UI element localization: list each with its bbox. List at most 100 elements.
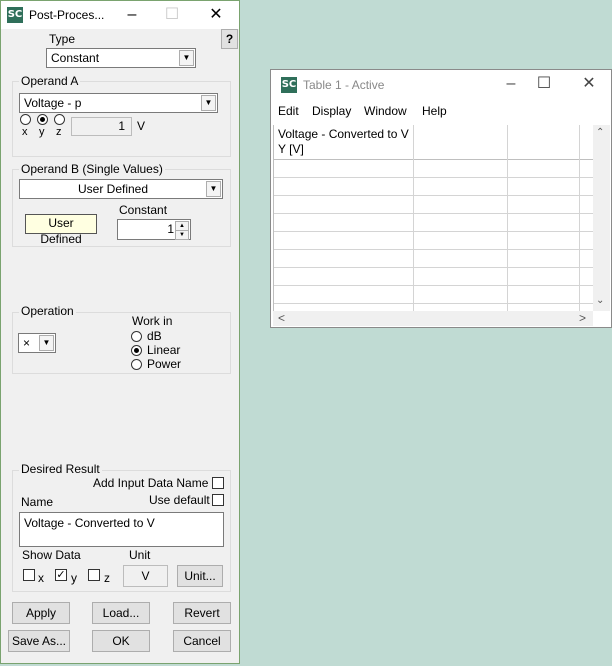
constant-value: 1 (167, 222, 174, 236)
horizontal-scrollbar[interactable]: < > (273, 311, 593, 326)
app-logo-icon: SC (281, 77, 297, 93)
work-in-label: Work in (132, 314, 173, 328)
operation-label: Operation (19, 304, 76, 318)
grid-line (273, 125, 274, 311)
app-logo-icon: SC (7, 7, 23, 23)
type-value: Constant (51, 51, 100, 65)
name-label: Name (21, 495, 54, 509)
scroll-up-icon[interactable]: ⌃ (596, 127, 604, 138)
show-x-label: x (38, 571, 44, 585)
show-y-label: y (71, 571, 77, 585)
menu-window[interactable]: Window (364, 104, 407, 118)
load-button[interactable]: Load... (92, 602, 150, 624)
scroll-down-icon[interactable]: ⌄ (596, 295, 604, 306)
grid-line (273, 267, 593, 268)
chevron-down-icon: ▼ (206, 181, 221, 197)
data-grid[interactable]: Voltage - Converted to V Y [V] (273, 125, 593, 311)
power-radio[interactable] (131, 359, 142, 370)
show-y-checkbox[interactable]: ✓ (55, 569, 67, 581)
unit-label: Unit (129, 548, 151, 562)
db-label: dB (147, 329, 162, 343)
component-y-radio[interactable] (37, 114, 48, 125)
chevron-down-icon: ▼ (201, 95, 216, 111)
window-title: Post-Proces... (29, 8, 105, 22)
grid-line (413, 125, 414, 311)
cancel-button[interactable]: Cancel (173, 630, 231, 652)
operand-b-dropdown[interactable]: User Defined ▼ (19, 179, 223, 199)
revert-button[interactable]: Revert (173, 602, 231, 624)
close-icon[interactable]: ✕ (201, 1, 231, 29)
minimize-icon[interactable]: – (498, 70, 524, 98)
unit-value-field: V (123, 565, 168, 587)
operand-a-number-field: 1 (71, 117, 132, 136)
result-name-field[interactable]: Voltage - Converted to V (19, 512, 224, 547)
scroll-left-icon[interactable]: < (278, 311, 285, 325)
operand-a-label: Operand A (19, 74, 81, 88)
table-window: SC Table 1 - Active – ☐ ✕ Edit Display W… (270, 69, 612, 328)
show-data-label: Show Data (22, 548, 81, 562)
column-header-line2: Y [V] (278, 142, 304, 156)
power-label: Power (147, 357, 182, 371)
menu-bar: Edit Display Window Help (271, 100, 611, 122)
add-input-label: Add Input Data Name (93, 476, 209, 490)
chevron-down-icon: ▼ (39, 335, 54, 351)
post-processing-window: SC Post-Proces... – ☐ ✕ Type Constant ▼ … (0, 0, 240, 664)
constant-stepper[interactable]: 1 ▲ ▼ (117, 219, 191, 240)
pp-titlebar[interactable]: SC Post-Proces... – ☐ ✕ (1, 1, 239, 29)
show-z-label: z (104, 571, 110, 585)
menu-edit[interactable]: Edit (278, 104, 299, 118)
result-name-value: Voltage - Converted to V (24, 516, 155, 530)
grid-line (273, 177, 593, 178)
linear-label: Linear (147, 343, 181, 357)
chevron-down-icon: ▼ (179, 50, 194, 66)
operand-b-value: User Defined (77, 182, 149, 196)
ok-button[interactable]: OK (92, 630, 150, 652)
grid-line (507, 125, 508, 311)
operand-a-value: Voltage - p (24, 96, 82, 110)
desired-result-label: Desired Result (19, 462, 102, 476)
linear-radio[interactable] (131, 345, 142, 356)
table-titlebar[interactable]: SC Table 1 - Active – ☐ ✕ (271, 70, 611, 100)
grid-line (273, 285, 593, 286)
component-z-radio[interactable] (54, 114, 65, 125)
type-dropdown[interactable]: Constant ▼ (46, 48, 196, 68)
show-x-checkbox[interactable] (23, 569, 35, 581)
type-label: Type (49, 32, 76, 46)
operation-dropdown[interactable]: × ▼ (18, 333, 56, 353)
maximize-icon: ☐ (164, 6, 180, 23)
user-defined-tag: User Defined (25, 214, 97, 246)
minimize-icon[interactable]: – (117, 1, 147, 29)
maximize-icon[interactable]: ☐ (531, 70, 557, 98)
operand-a-dropdown[interactable]: Voltage - p ▼ (19, 93, 218, 113)
grid-line (273, 195, 593, 196)
scroll-right-icon[interactable]: > (579, 311, 586, 325)
grid-line (273, 213, 593, 214)
menu-display[interactable]: Display (312, 104, 351, 118)
add-input-checkbox[interactable] (212, 477, 224, 489)
show-z-checkbox[interactable] (88, 569, 100, 581)
menu-help[interactable]: Help (422, 104, 447, 118)
grid-line (273, 159, 593, 160)
stepper-down-icon[interactable]: ▼ (175, 230, 189, 240)
component-x-radio[interactable] (20, 114, 31, 125)
db-radio[interactable] (131, 331, 142, 342)
operand-a-unit: V (137, 119, 146, 133)
save-as-button[interactable]: Save As... (8, 630, 70, 652)
unit-button[interactable]: Unit... (177, 565, 223, 587)
use-default-checkbox[interactable] (212, 494, 224, 506)
column-header: Voltage - Converted to V Y [V] (278, 127, 409, 157)
grid-line (273, 303, 593, 304)
close-icon[interactable]: ✕ (576, 70, 602, 98)
operand-b-label: Operand B (Single Values) (19, 162, 165, 176)
component-z-label: z (56, 126, 62, 138)
constant-label: Constant (119, 203, 168, 217)
vertical-scrollbar[interactable]: ⌃ ⌄ (593, 125, 610, 311)
grid-line (579, 125, 580, 311)
grid-line (273, 249, 593, 250)
grid-line (273, 231, 593, 232)
table-window-title: Table 1 - Active (303, 78, 385, 92)
use-default-label: Use default (149, 493, 210, 507)
help-button[interactable]: ? (221, 29, 238, 49)
column-header-line1: Voltage - Converted to V (278, 127, 409, 141)
apply-button[interactable]: Apply (12, 602, 70, 624)
